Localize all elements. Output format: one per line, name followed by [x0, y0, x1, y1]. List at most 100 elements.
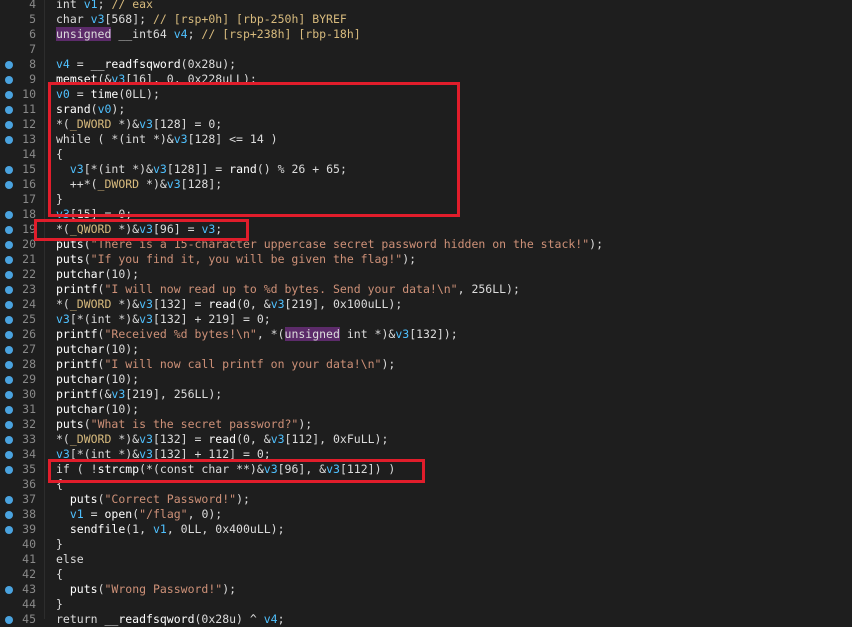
code-line[interactable]: 32 puts("What is the secret password?");	[0, 417, 852, 432]
code-line[interactable]: 39 sendfile(1, v1, 0LL, 0x400uLL);	[0, 522, 852, 537]
code-line[interactable]: 22 putchar(10);	[0, 267, 852, 282]
code-text[interactable]: *(_DWORD *)&v3[132] = read(0, &v3[219], …	[56, 297, 402, 312]
code-text[interactable]: v1 = open("/flag", 0);	[56, 507, 222, 522]
line-number: 11	[22, 102, 36, 116]
code-text[interactable]: v0 = time(0LL);	[56, 87, 160, 102]
code-line[interactable]: 23 printf("I will now read up to %d bytes…	[0, 282, 852, 297]
code-token: v4	[173, 27, 188, 41]
code-token: v4	[56, 57, 70, 71]
code-text[interactable]: ++*(_DWORD *)&v3[128];	[56, 177, 222, 192]
code-line[interactable]: 10 v0 = time(0LL);	[0, 87, 852, 102]
code-token: putchar	[56, 267, 105, 281]
code-text[interactable]: }	[56, 192, 63, 207]
code-text[interactable]: *(_DWORD *)&v3[132] = read(0, &v3[112], …	[56, 432, 388, 447]
code-text[interactable]: int v1; // eax	[56, 0, 153, 12]
code-line[interactable]: 11 srand(v0);	[0, 102, 852, 117]
code-line[interactable]: 24 *(_DWORD *)&v3[132] = read(0, &v3[219]…	[0, 297, 852, 312]
code-line[interactable]: 41 else	[0, 552, 852, 567]
code-text[interactable]: unsigned __int64 v4; // [rsp+238h] [rbp-…	[56, 27, 361, 42]
code-token: return	[56, 612, 98, 626]
code-text[interactable]: printf(&v3[219], 256LL);	[56, 387, 222, 402]
code-line[interactable]: 14 {	[0, 147, 852, 162]
code-line[interactable]: 15 v3[*(int *)&v3[128]] = rand() % 26 + …	[0, 162, 852, 177]
code-text[interactable]: {	[56, 477, 63, 492]
code-line[interactable]: 42 {	[0, 567, 852, 582]
code-text[interactable]: printf("Received %d bytes!\n", *(unsigne…	[56, 327, 458, 342]
code-line[interactable]: 19 *(_QWORD *)&v3[96] = v3;	[0, 222, 852, 237]
code-line[interactable]: 43 puts("Wrong Password!");	[0, 582, 852, 597]
code-line[interactable]: 18 v3[15] = 0;	[0, 207, 852, 222]
line-number: 23	[22, 282, 36, 296]
line-number: 39	[22, 522, 36, 536]
code-text[interactable]: while ( *(int *)&v3[128] <= 14 )	[56, 132, 278, 147]
line-number: 38	[22, 507, 36, 521]
code-line[interactable]: 21 puts("If you find it, you will be give…	[0, 252, 852, 267]
code-line[interactable]: 31 putchar(10);	[0, 402, 852, 417]
code-line[interactable]: 28 printf("I will now call printf on your…	[0, 357, 852, 372]
code-line[interactable]: 17}	[0, 192, 852, 207]
code-line[interactable]: 13 while ( *(int *)&v3[128] <= 14 )	[0, 132, 852, 147]
code-line[interactable]: 44}	[0, 597, 852, 612]
code-text[interactable]: memset(&v3[16], 0, 0x228uLL);	[56, 72, 257, 87]
code-text[interactable]: puts("Correct Password!");	[56, 492, 250, 507]
code-text[interactable]: puts("If you find it, you will be given …	[56, 252, 416, 267]
code-line[interactable]: 5 char v3[568]; // [rsp+0h] [rbp-250h] BY…	[0, 12, 852, 27]
code-text[interactable]: {	[56, 147, 63, 162]
code-text[interactable]: char v3[568]; // [rsp+0h] [rbp-250h] BYR…	[56, 12, 347, 27]
code-line[interactable]: 38 v1 = open("/flag", 0);	[0, 507, 852, 522]
code-token: [132] =	[152, 297, 209, 311]
code-text[interactable]: v3[*(int *)&v3[132] + 112] = 0;	[56, 447, 271, 462]
code-line[interactable]: 26 printf("Received %d bytes!\n", *(unsig…	[0, 327, 852, 342]
code-text[interactable]: v3[*(int *)&v3[128]] = rand() % 26 + 65;	[56, 162, 347, 177]
code-line[interactable]: 33 *(_DWORD *)&v3[132] = read(0, &v3[112]…	[0, 432, 852, 447]
code-line[interactable]: 4 int v1; // eax	[0, 0, 852, 12]
code-line[interactable]: 7	[0, 42, 852, 57]
code-token: [219], 0x100uLL);	[284, 297, 403, 311]
code-text[interactable]: putchar(10);	[56, 342, 139, 357]
code-text[interactable]: v3[15] = 0;	[56, 207, 132, 222]
code-text[interactable]: printf("I will now call printf on your d…	[56, 357, 395, 372]
code-text[interactable]: putchar(10);	[56, 267, 139, 282]
code-line[interactable]: 6 unsigned __int64 v4; // [rsp+238h] [rbp…	[0, 27, 852, 42]
code-text[interactable]: putchar(10);	[56, 372, 139, 387]
code-line[interactable]: 36 {	[0, 477, 852, 492]
code-line[interactable]: 25 v3[*(int *)&v3[132] + 219] = 0;	[0, 312, 852, 327]
pseudocode-editor[interactable]: 4 int v1; // eax 5 char v3[568]; // [rsp+0h…	[0, 0, 852, 627]
code-line[interactable]: 27 putchar(10);	[0, 342, 852, 357]
code-text[interactable]: }	[56, 537, 63, 552]
code-token: , *(	[256, 327, 285, 341]
code-text[interactable]: printf("I will now read up to %d bytes. …	[56, 282, 520, 297]
code-token: __int64	[111, 27, 174, 41]
code-text[interactable]: sendfile(1, v1, 0LL, 0x400uLL);	[56, 522, 285, 537]
code-line[interactable]: 30 printf(&v3[219], 256LL);	[0, 387, 852, 402]
code-line[interactable]: 16 ++*(_DWORD *)&v3[128];	[0, 177, 852, 192]
code-line[interactable]: 37 puts("Correct Password!");	[0, 492, 852, 507]
code-line[interactable]: 40}	[0, 537, 852, 552]
code-text[interactable]: srand(v0);	[56, 102, 125, 117]
code-text[interactable]: puts("What is the secret password?");	[56, 417, 312, 432]
code-text[interactable]: v3[*(int *)&v3[132] + 219] = 0;	[56, 312, 271, 327]
code-line[interactable]: 35 if ( !strcmp(*(const char **)&v3[96], …	[0, 462, 852, 477]
code-text[interactable]: puts("There is a 15-character uppercase …	[56, 237, 603, 252]
code-line[interactable]: 20 puts("There is a 15-character uppercas…	[0, 237, 852, 252]
code-text[interactable]: v4 = __readfsqword(0x28u);	[56, 57, 236, 72]
code-line[interactable]: 12 *(_DWORD *)&v3[128] = 0;	[0, 117, 852, 132]
code-line[interactable]: 29 putchar(10);	[0, 372, 852, 387]
line-number: 15	[22, 162, 36, 176]
code-line[interactable]: 9 memset(&v3[16], 0, 0x228uLL);	[0, 72, 852, 87]
code-text[interactable]: {	[56, 567, 63, 582]
code-text[interactable]: return __readfsqword(0x28u) ^ v4;	[56, 612, 285, 627]
code-token: *)&	[367, 327, 396, 341]
code-text[interactable]: else	[56, 552, 84, 567]
code-text[interactable]: puts("Wrong Password!");	[56, 582, 236, 597]
code-text[interactable]: putchar(10);	[56, 402, 139, 417]
code-line[interactable]: 45 return __readfsqword(0x28u) ^ v4;	[0, 612, 852, 627]
code-line[interactable]: 8 v4 = __readfsqword(0x28u);	[0, 57, 852, 72]
code-token: int	[90, 312, 112, 326]
code-line[interactable]: 34 v3[*(int *)&v3[132] + 112] = 0;	[0, 447, 852, 462]
code-text[interactable]: *(_DWORD *)&v3[128] = 0;	[56, 117, 222, 132]
code-text[interactable]: }	[56, 597, 63, 612]
code-text[interactable]: if ( !strcmp(*(const char **)&v3[96], &v…	[56, 462, 395, 477]
code-text[interactable]: *(_QWORD *)&v3[96] = v3;	[56, 222, 222, 237]
